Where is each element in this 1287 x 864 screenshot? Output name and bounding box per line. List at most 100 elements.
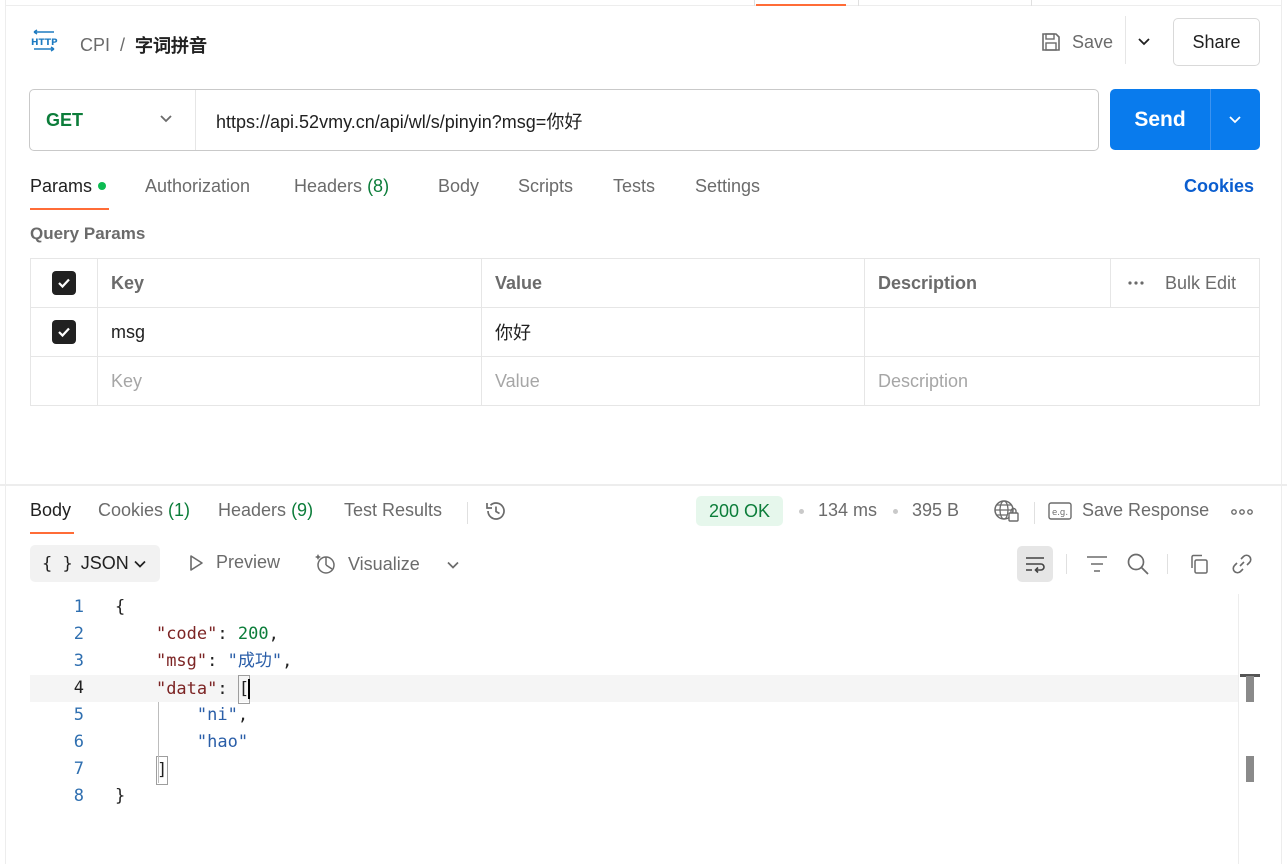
response-tab-cookies[interactable]: Cookies (1) xyxy=(98,500,190,521)
preview-button[interactable]: Preview xyxy=(186,552,280,573)
response-tabs: Body Cookies (1) Headers (9) Test Result… xyxy=(30,496,1260,534)
code-line: 1 { xyxy=(30,594,1238,621)
select-all-checkbox[interactable] xyxy=(52,271,76,295)
column-header-value: Value xyxy=(482,259,865,307)
play-icon xyxy=(190,554,203,571)
code-text: ] xyxy=(115,756,169,785)
scrollbar-marker xyxy=(1246,756,1254,782)
code-line: 2 "code": 200, xyxy=(30,621,1238,648)
tab-tests[interactable]: Tests xyxy=(613,176,655,197)
query-params-title: Query Params xyxy=(30,224,146,243)
tab-body[interactable]: Body xyxy=(438,176,479,197)
response-tab-body[interactable]: Body xyxy=(30,500,71,521)
method-select[interactable]: GET xyxy=(30,90,196,150)
code-line: 3 "msg": "成功", xyxy=(30,648,1238,675)
chevron-down-icon xyxy=(134,560,146,568)
code-line: 8 } xyxy=(30,783,1238,810)
response-body-editor[interactable]: 1 { 2 "code": 200, 3 "msg": "成功", 4 "dat… xyxy=(30,594,1238,864)
send-label: Send xyxy=(1134,107,1186,131)
json-braces-icon: { } xyxy=(42,553,73,574)
scrollbar-marker xyxy=(1246,676,1254,702)
line-number: 8 xyxy=(73,786,84,806)
visualize-icon xyxy=(315,554,335,574)
copy-icon xyxy=(1191,554,1208,574)
active-tab-underline xyxy=(30,208,109,210)
line-number: 6 xyxy=(73,732,84,752)
history-icon[interactable] xyxy=(483,498,509,524)
more-options-icon[interactable] xyxy=(1231,508,1253,516)
network-globe-icon[interactable] xyxy=(993,498,1021,524)
response-tab-test-results[interactable]: Test Results xyxy=(344,500,442,521)
bulk-edit-label: Bulk Edit xyxy=(1165,272,1237,293)
table-row-new: Key Value Description xyxy=(31,357,1259,406)
copy-link-button[interactable] xyxy=(1224,546,1260,582)
search-button[interactable] xyxy=(1120,546,1156,582)
save-label: Save xyxy=(1072,31,1114,52)
editor-scrollbar[interactable] xyxy=(1238,594,1260,864)
param-value-cell[interactable]: 你好 xyxy=(482,308,865,356)
save-icon xyxy=(1042,33,1060,51)
more-options-icon[interactable] xyxy=(1127,280,1145,286)
copy-button[interactable] xyxy=(1181,546,1217,582)
preview-label: Preview xyxy=(216,552,281,572)
line-number: 1 xyxy=(73,597,84,617)
response-tab-headers[interactable]: Headers (9) xyxy=(218,500,313,521)
param-enabled-checkbox[interactable] xyxy=(52,320,76,344)
visualize-button[interactable]: Visualize xyxy=(314,552,420,576)
check-icon xyxy=(58,327,70,338)
line-number: 5 xyxy=(73,705,84,725)
request-header: HTTP CPI / 字词拼音 Save Share xyxy=(30,16,1260,66)
code-text: "hao" xyxy=(196,732,249,752)
tab-headers[interactable]: Headers (8) xyxy=(294,176,389,197)
url-bar: GET https://api.52vmy.cn/api/wl/s/pinyin… xyxy=(29,89,1099,151)
line-number: 4 xyxy=(73,678,84,698)
save-response-label: Save Response xyxy=(1082,500,1210,520)
new-value-input[interactable]: Value xyxy=(482,357,865,406)
headers-count: (8) xyxy=(367,176,390,196)
params-active-dot xyxy=(98,181,107,190)
code-line: 7 ] xyxy=(30,756,1238,785)
response-time[interactable]: 134 ms xyxy=(818,500,877,521)
code-text: "ni", xyxy=(196,705,249,725)
bulk-edit-button[interactable]: Bulk Edit xyxy=(1111,259,1259,307)
new-key-input[interactable]: Key xyxy=(98,357,482,406)
check-icon xyxy=(58,278,70,289)
response-size[interactable]: 395 B xyxy=(912,500,959,521)
breadcrumb-collection[interactable]: CPI xyxy=(80,35,110,56)
search-icon xyxy=(1127,553,1149,575)
tab-settings[interactable]: Settings xyxy=(695,176,760,197)
param-key-cell[interactable]: msg xyxy=(98,308,482,356)
visualize-label: Visualize xyxy=(348,553,420,574)
code-line: 5 "ni", xyxy=(30,702,1238,729)
line-number: 7 xyxy=(73,759,84,779)
active-response-tab-underline xyxy=(30,532,74,534)
example-icon: e.g. xyxy=(1048,501,1072,520)
method-label: GET xyxy=(46,109,84,130)
pane-divider[interactable] xyxy=(0,484,1287,486)
new-description-input[interactable]: Description xyxy=(865,357,1259,406)
visualize-options-chevron-icon[interactable] xyxy=(444,556,462,574)
response-headers-count: (9) xyxy=(291,500,314,520)
share-button[interactable]: Share xyxy=(1173,18,1260,66)
url-input[interactable]: https://api.52vmy.cn/api/wl/s/pinyin?msg… xyxy=(216,108,582,134)
send-options-chevron-icon[interactable] xyxy=(1225,110,1245,130)
status-badge[interactable]: 200 OK xyxy=(696,496,784,526)
wrap-lines-button[interactable] xyxy=(1017,546,1053,582)
request-title[interactable]: 字词拼音 xyxy=(135,32,207,58)
table-header-row: Key Value Description Bulk Edit xyxy=(31,259,1259,308)
cookies-link[interactable]: Cookies xyxy=(1184,176,1254,197)
filter-button[interactable] xyxy=(1079,546,1115,582)
save-options-chevron-icon[interactable] xyxy=(1134,32,1154,52)
svg-text:e.g.: e.g. xyxy=(1052,508,1068,518)
chevron-down-icon xyxy=(160,115,172,123)
send-button[interactable]: Send xyxy=(1110,89,1260,150)
tab-scripts[interactable]: Scripts xyxy=(518,176,573,197)
wrap-lines-icon xyxy=(1026,557,1045,574)
save-button[interactable]: Save xyxy=(1040,26,1113,58)
query-params-table: Key Value Description Bulk Edit msg 你好 K… xyxy=(30,258,1260,406)
tab-params[interactable]: Params xyxy=(30,176,107,197)
tab-authorization[interactable]: Authorization xyxy=(145,176,250,197)
format-select[interactable]: { } JSON xyxy=(30,545,160,582)
save-response-button[interactable]: e.g. Save Response xyxy=(1048,500,1209,521)
param-description-cell[interactable] xyxy=(865,308,1259,356)
